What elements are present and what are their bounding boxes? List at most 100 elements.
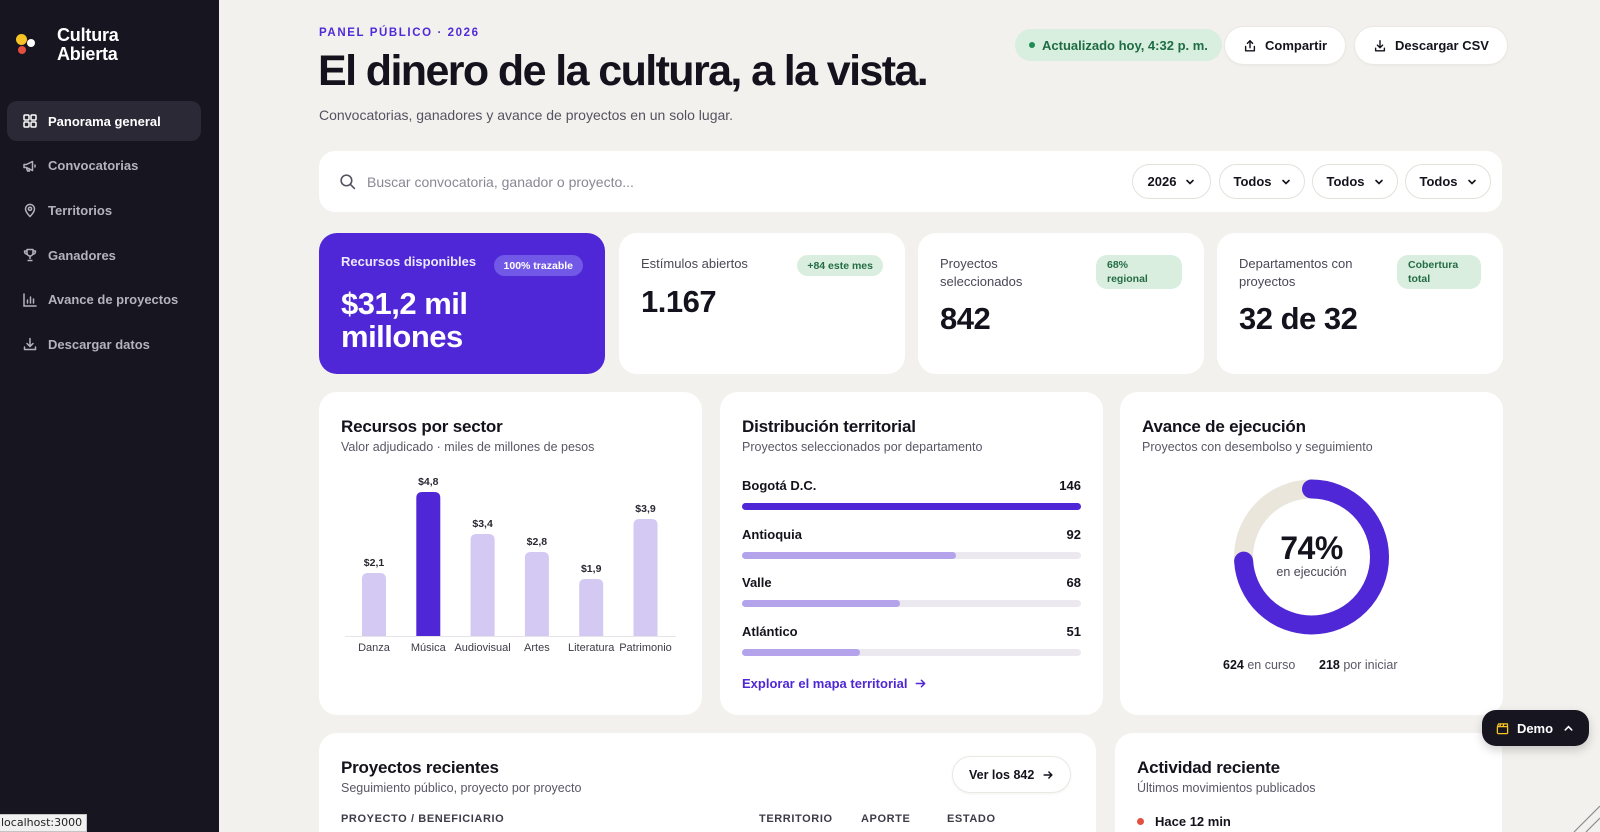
bar-value-label: $2,1 <box>364 557 385 569</box>
kpi-card-estimulos-abiertos: Estímulos abiertos +84 este mes 1.167 <box>619 233 905 374</box>
sector-select-value: Todos <box>1233 174 1272 189</box>
demo-button[interactable]: Demo <box>1482 710 1589 746</box>
share-button[interactable]: Compartir <box>1224 26 1347 65</box>
sidebar-item-panorama-general[interactable]: Panorama general <box>7 101 201 141</box>
chevron-down-icon <box>1186 179 1195 185</box>
page-subtitle: Convocatorias, ganadores y avance de pro… <box>319 107 734 123</box>
sidebar-item-avance-de-proyectos[interactable]: Avance de proyectos <box>7 280 201 320</box>
chevron-down-icon <box>1281 179 1290 185</box>
territory-bar-track <box>742 503 1081 510</box>
status-select-value: Todos <box>1419 174 1458 189</box>
x-tick-label: Artes <box>524 642 550 654</box>
bar-value-label: $4,8 <box>418 476 439 488</box>
territory-select[interactable]: Todos <box>1312 164 1398 199</box>
kpi-label: Estímulos abiertos <box>641 256 748 271</box>
bar-artes[interactable] <box>524 552 549 636</box>
x-tick-label: Literatura <box>568 642 615 654</box>
territory-bar-track <box>742 600 1081 607</box>
bar-chart-icon <box>23 293 37 307</box>
logo-dots-icon <box>16 34 42 58</box>
sidebar-item-convocatorias[interactable]: Convocatorias <box>7 146 201 186</box>
bar-patrimonio[interactable] <box>633 519 658 636</box>
chevron-up-icon <box>1564 725 1573 731</box>
map-pin-icon <box>24 204 36 218</box>
sidebar-item-descargar-datos[interactable]: Descargar datos <box>7 324 201 364</box>
bar-audiovisual[interactable] <box>470 534 495 636</box>
sector-select[interactable]: Todos <box>1219 164 1305 199</box>
clapperboard-icon <box>1496 722 1509 734</box>
sector-chart-panel: Recursos por sector Valor adjudicado · m… <box>319 392 702 715</box>
panel-subtitle: Últimos movimientos publicados <box>1137 781 1316 795</box>
status-url-hint: localhost:3000 <box>0 814 88 832</box>
sidebar-item-territorios[interactable]: Territorios <box>7 190 201 230</box>
demo-label: Demo <box>1516 720 1554 736</box>
brand-name: Cultura Abierta <box>57 26 119 64</box>
panel-subtitle: Seguimiento público, proyecto por proyec… <box>341 781 582 795</box>
territory-bar-fill <box>742 600 900 607</box>
execution-percent: 74% <box>1280 530 1343 566</box>
explore-map-link[interactable]: Explorar el mapa territorial <box>742 676 927 691</box>
grid-icon <box>23 114 37 128</box>
page-title: El dinero de la cultura, a la vista. <box>318 47 929 95</box>
recent-projects-panel: Proyectos recientes Seguimiento público,… <box>319 733 1096 832</box>
kpi-card-proyectos-seleccionados: Proyectos seleccionados 68% regional 842 <box>918 233 1204 374</box>
kpi-label: Departamentos con proyectos <box>1239 256 1353 289</box>
download-csv-label: Descargar CSV <box>1395 38 1489 53</box>
sidebar-nav: Panorama general Convocatorias Territori… <box>7 101 201 369</box>
year-select-value: 2026 <box>1147 174 1177 189</box>
arrow-right-icon <box>1043 770 1053 779</box>
sidebar-item-label: Panorama general <box>48 113 161 129</box>
territory-bar-fill <box>742 503 1081 510</box>
status-text: Actualizado hoy, 4:32 p. m. <box>1042 37 1208 53</box>
column-header-territorio[interactable]: TERRITORIO <box>759 813 833 825</box>
column-header-proyecto[interactable]: PROYECTO / BENEFICIARIO <box>341 813 504 825</box>
pending-value: 218 <box>1319 658 1340 672</box>
in-progress-value: 624 <box>1223 658 1244 672</box>
sidebar-item-ganadores[interactable]: Ganadores <box>7 235 201 275</box>
column-header-estado[interactable]: ESTADO <box>947 813 996 825</box>
territory-panel: Distribución territorial Proyectos selec… <box>720 392 1103 715</box>
search-icon <box>340 174 356 190</box>
territory-bar-fill <box>742 551 956 559</box>
x-tick-label: Audiovisual <box>454 642 510 654</box>
trophy-icon <box>23 248 37 262</box>
view-all-projects-button[interactable]: Ver los 842 <box>952 756 1072 793</box>
bar-danza[interactable] <box>362 573 386 636</box>
brand-name-line2: Abierta <box>57 44 118 64</box>
execution-center-label: en ejecución <box>1276 565 1347 579</box>
kpi-value: 1.167 <box>641 284 717 319</box>
territory-bar-track <box>742 551 1081 559</box>
resize-grip-icon[interactable] <box>1566 798 1600 832</box>
territory-row: Valle 68 <box>742 575 1081 615</box>
bar-value-label: $3,4 <box>472 518 493 530</box>
territory-name: Bogotá D.C. <box>742 478 817 493</box>
territory-value: 68 <box>1066 575 1081 590</box>
chevron-down-icon <box>1467 179 1476 185</box>
page-eyebrow: PANEL PÚBLICO · 2026 <box>319 27 480 39</box>
share-icon <box>1244 39 1256 52</box>
sidebar-item-label: Convocatorias <box>48 158 139 174</box>
search-input[interactable] <box>367 168 1067 196</box>
brand-logo[interactable]: Cultura Abierta <box>16 26 119 64</box>
recent-activity-panel: Actividad reciente Últimos movimientos p… <box>1115 733 1502 832</box>
territory-row: Bogotá D.C. 146 <box>742 478 1081 518</box>
bar-música[interactable] <box>416 492 441 636</box>
column-header-aporte[interactable]: APORTE <box>861 813 910 825</box>
kpi-label: Proyectos seleccionados <box>940 256 1023 289</box>
territory-bar-fill <box>742 648 861 656</box>
kpi-value: $31,2 mil millones <box>341 286 468 354</box>
filter-bar: 2026 Todos Todos Todos <box>319 151 1502 212</box>
year-select[interactable]: 2026 <box>1132 164 1211 199</box>
bar-literatura[interactable] <box>579 579 604 636</box>
activity-time: Hace 12 min <box>1155 814 1231 829</box>
activity-item[interactable]: Hace 12 min <box>1137 814 1231 829</box>
panel-title: Distribución territorial <box>742 417 916 436</box>
territory-select-value: Todos <box>1326 174 1365 189</box>
chevron-down-icon <box>1374 179 1383 185</box>
activity-dot-icon <box>1137 818 1144 825</box>
bar-value-label: $3,9 <box>635 503 656 515</box>
kpi-badge: Cobertura total <box>1397 255 1481 289</box>
download-csv-button[interactable]: Descargar CSV <box>1354 26 1508 65</box>
status-badge: Actualizado hoy, 4:32 p. m. <box>1015 29 1222 61</box>
status-select[interactable]: Todos <box>1405 164 1491 199</box>
